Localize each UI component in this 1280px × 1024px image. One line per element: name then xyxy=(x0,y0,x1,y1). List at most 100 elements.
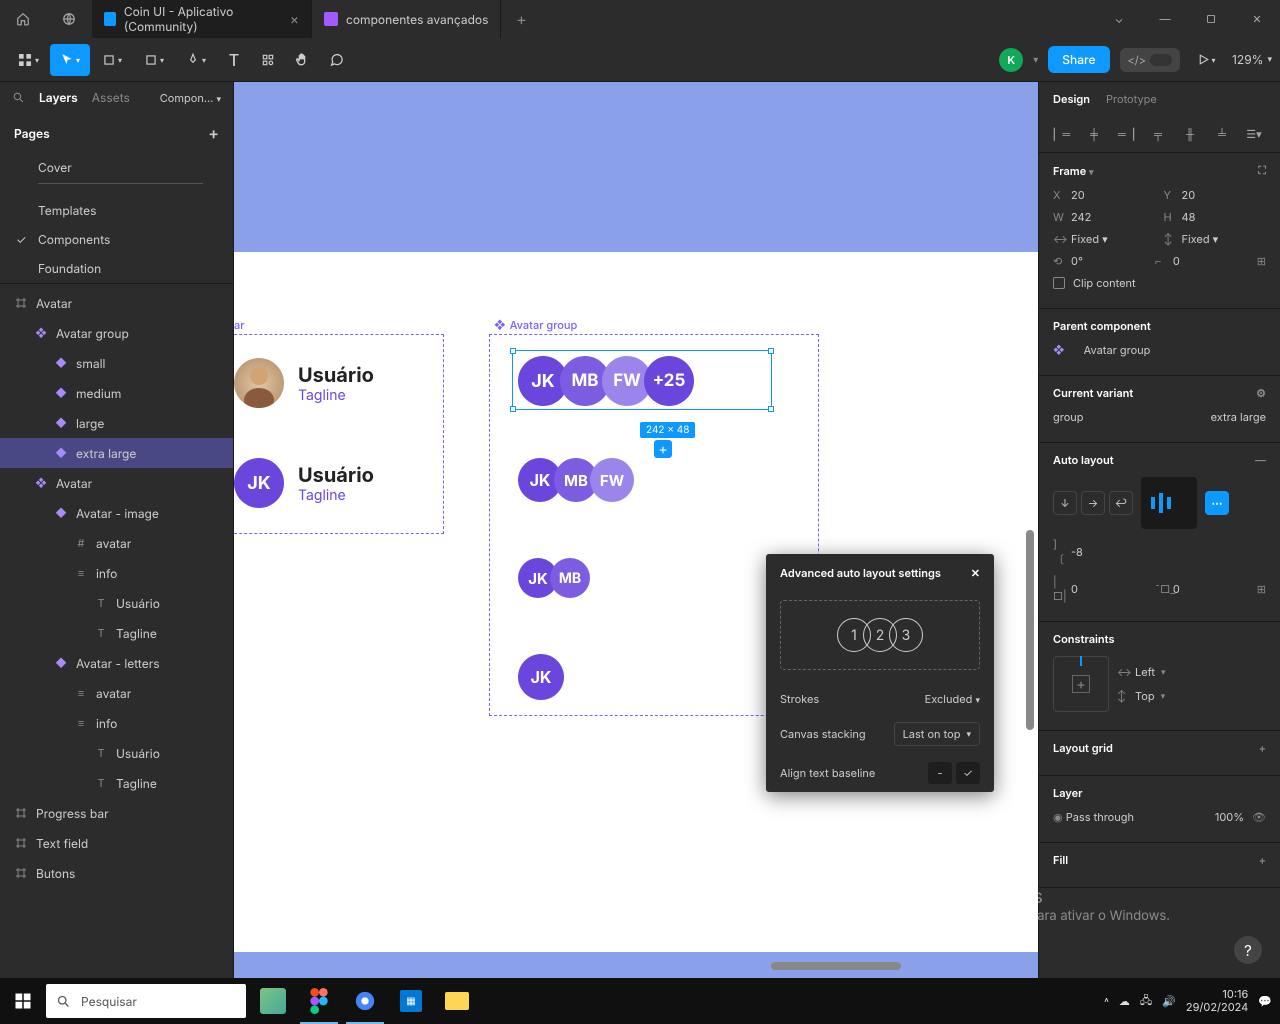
independent-corners-icon[interactable]: ⊞ xyxy=(1257,254,1266,268)
v-padding-input[interactable]: 0 xyxy=(1173,582,1180,596)
layers-tab[interactable]: Layers xyxy=(39,90,78,105)
layer-row[interactable]: TTagline xyxy=(0,618,233,648)
layer-row[interactable]: ≡info xyxy=(0,708,233,738)
network-icon[interactable]: 🖧 xyxy=(1140,992,1152,1011)
layer-row[interactable]: Butons xyxy=(0,858,233,888)
chevron-down-icon[interactable]: ⌄ xyxy=(1096,0,1142,38)
constraint-widget[interactable]: + xyxy=(1053,656,1109,712)
layer-row[interactable]: ◆extra large xyxy=(0,438,233,468)
page-dropdown[interactable]: Compon... ▾ xyxy=(160,91,221,105)
h-padding-input[interactable]: 0 xyxy=(1071,582,1078,596)
frame-label[interactable]: ar xyxy=(234,318,245,332)
move-tool[interactable]: ▾ xyxy=(50,44,90,76)
maximize-button[interactable]: ▢ xyxy=(1188,0,1234,38)
page-item[interactable]: Templates xyxy=(0,196,233,225)
direction-horizontal[interactable]: → xyxy=(1081,491,1105,515)
v-constraint-dropdown[interactable]: ↕Top ▾ xyxy=(1117,689,1266,703)
strokes-dropdown[interactable]: Excluded ▾ xyxy=(925,692,980,706)
align-v-center-icon[interactable]: ╫ xyxy=(1177,122,1203,146)
notifications-icon[interactable]: 💬 xyxy=(1258,994,1272,1008)
layer-row[interactable]: TTagline xyxy=(0,768,233,798)
layer-row[interactable]: ◆medium xyxy=(0,378,233,408)
parent-component-link[interactable]: ❖ Avatar group xyxy=(1053,343,1266,357)
auto-layout-more-button[interactable]: ⋯ xyxy=(1205,491,1229,515)
taskbar-app[interactable] xyxy=(250,978,296,1024)
zoom-level[interactable]: 129%▾ xyxy=(1232,52,1272,67)
canvas-stacking-dropdown[interactable]: Last on top▾ xyxy=(894,722,980,746)
x-input[interactable]: 20 xyxy=(1071,188,1085,202)
resize-to-fit-icon[interactable]: ⛶ xyxy=(1258,163,1266,178)
taskbar-app-chrome[interactable] xyxy=(342,978,388,1024)
layer-row[interactable]: ❖Avatar group xyxy=(0,318,233,348)
height-input[interactable]: 48 xyxy=(1182,210,1196,224)
prototype-tab[interactable]: Prototype xyxy=(1106,92,1157,106)
onedrive-icon[interactable]: ☁ xyxy=(1119,994,1130,1008)
variant-settings-icon[interactable]: ⚙ xyxy=(1256,386,1266,400)
design-tab[interactable]: Design xyxy=(1053,92,1090,106)
layer-row[interactable]: ≡avatar xyxy=(0,678,233,708)
taskbar-clock[interactable]: 10:16 29/02/2024 xyxy=(1186,988,1248,1014)
layer-row[interactable]: ≡info xyxy=(0,558,233,588)
share-button[interactable]: Share xyxy=(1048,46,1109,73)
resources-tool[interactable] xyxy=(252,44,284,76)
direction-vertical[interactable]: ↓ xyxy=(1053,491,1077,515)
layer-row[interactable]: ❖Avatar xyxy=(0,468,233,498)
close-window-button[interactable]: ✕ xyxy=(1234,0,1280,38)
radius-input[interactable]: 0 xyxy=(1173,254,1180,268)
layer-row[interactable]: ◆Avatar - image xyxy=(0,498,233,528)
individual-padding-icon[interactable]: ⊞ xyxy=(1257,582,1266,596)
present-button[interactable]: ▾ xyxy=(1190,44,1222,76)
layer-row[interactable]: #avatar xyxy=(0,528,233,558)
frame-tool[interactable]: ▾ xyxy=(92,44,132,76)
comment-tool[interactable] xyxy=(320,44,352,76)
taskbar-app-explorer[interactable] xyxy=(434,978,480,1024)
search-icon[interactable] xyxy=(12,91,25,104)
rotation-input[interactable]: 0° xyxy=(1071,254,1083,268)
add-variant-button[interactable]: + xyxy=(654,440,672,458)
opacity-input[interactable]: 100% xyxy=(1215,810,1244,824)
page-item[interactable]: Foundation xyxy=(0,254,233,283)
layer-row[interactable]: ◆small xyxy=(0,348,233,378)
gap-input[interactable]: -8 xyxy=(1071,545,1083,559)
align-h-center-icon[interactable]: ╪ xyxy=(1081,122,1107,146)
layer-row[interactable]: TUsuário xyxy=(0,738,233,768)
minimize-button[interactable]: — xyxy=(1142,0,1188,38)
baseline-on-button[interactable]: ✓ xyxy=(956,762,980,784)
width-input[interactable]: 242 xyxy=(1071,210,1091,224)
help-button[interactable]: ? xyxy=(1234,936,1262,964)
visibility-icon[interactable]: 👁 xyxy=(1252,810,1266,824)
align-left-icon[interactable]: ▏═ xyxy=(1049,122,1075,146)
frame-label[interactable]: ❖ Avatar group xyxy=(494,318,577,332)
add-grid-icon[interactable]: + xyxy=(1259,741,1266,755)
layer-row[interactable]: ◆Avatar - letters xyxy=(0,648,233,678)
h-constraint-dropdown[interactable]: ↔Left ▾ xyxy=(1117,665,1266,679)
direction-wrap[interactable]: ↩ xyxy=(1109,491,1133,515)
w-sizing-dropdown[interactable]: Fixed ▾ xyxy=(1071,232,1108,246)
pen-tool[interactable]: ▾ xyxy=(176,44,216,76)
clip-content-checkbox[interactable] xyxy=(1053,277,1065,289)
distribute-icon[interactable]: ☰▾ xyxy=(1241,122,1267,146)
align-top-icon[interactable]: ╤ xyxy=(1145,122,1171,146)
alignment-grid[interactable] xyxy=(1141,477,1197,529)
remove-autolayout-icon[interactable]: — xyxy=(1255,453,1266,467)
main-menu-button[interactable]: ▾ xyxy=(8,44,48,76)
layer-row[interactable]: Progress bar xyxy=(0,798,233,828)
home-icon[interactable] xyxy=(0,0,46,38)
taskbar-app-figma[interactable] xyxy=(296,978,342,1024)
volume-icon[interactable]: 🔊 xyxy=(1162,994,1176,1008)
new-tab-button[interactable]: + xyxy=(501,0,541,38)
page-item[interactable]: Cover xyxy=(0,153,233,182)
system-tray[interactable]: ˄ ☁ 🖧 🔊 10:16 29/02/2024 💬 xyxy=(1104,988,1280,1014)
dev-mode-toggle[interactable]: </> xyxy=(1120,48,1181,72)
user-avatar[interactable]: K xyxy=(999,48,1023,72)
text-tool[interactable]: T xyxy=(218,44,250,76)
close-popup-button[interactable]: ✕ xyxy=(971,566,980,580)
shape-tool[interactable]: ▾ xyxy=(134,44,174,76)
align-right-icon[interactable]: ═▕ xyxy=(1113,122,1139,146)
taskbar-app-calculator[interactable]: ▦ xyxy=(388,978,434,1024)
variant-value-dropdown[interactable]: extra large xyxy=(1211,410,1266,424)
align-bottom-icon[interactable]: ╧ xyxy=(1209,122,1235,146)
layer-row[interactable]: ◆large xyxy=(0,408,233,438)
y-input[interactable]: 20 xyxy=(1182,188,1196,202)
browser-tab-active[interactable]: Coin UI - Aplicativo (Community) × xyxy=(92,0,312,38)
